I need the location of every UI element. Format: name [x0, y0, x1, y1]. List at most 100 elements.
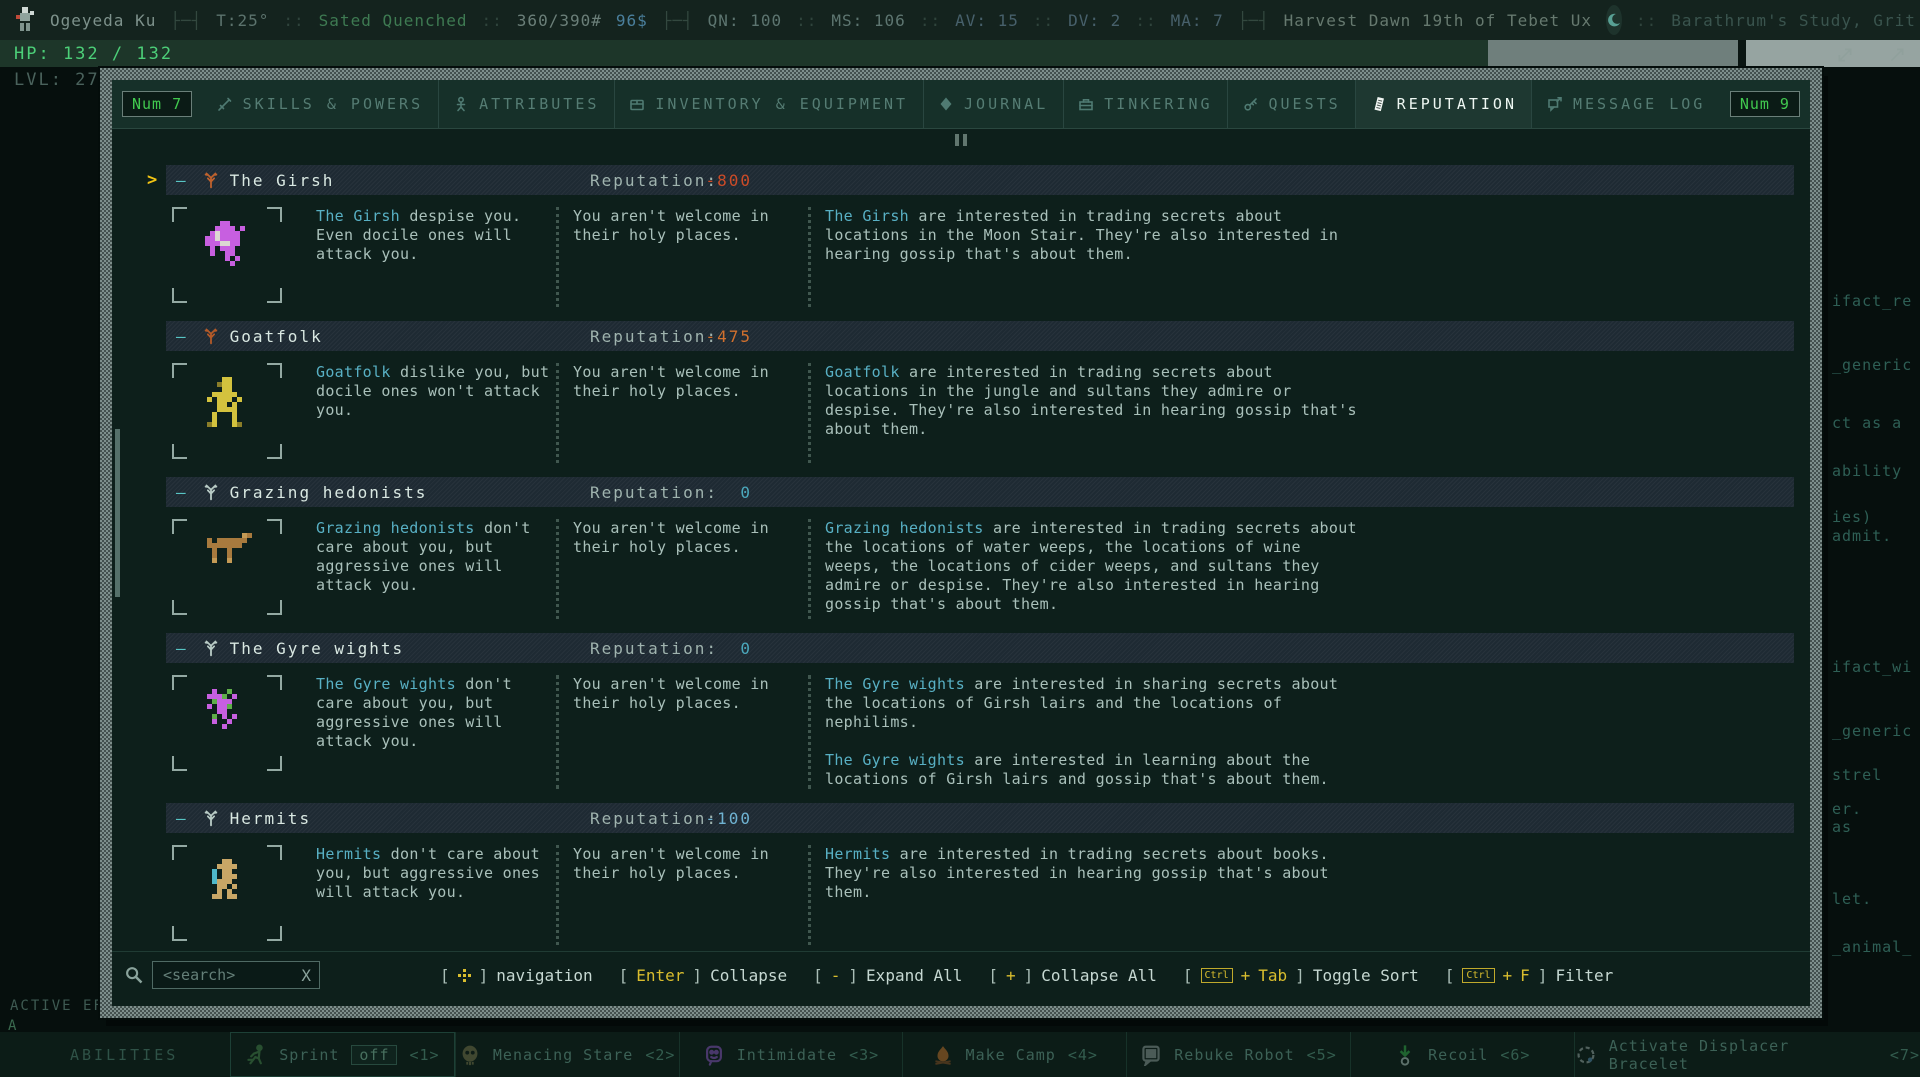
portrait-corner	[172, 845, 187, 860]
faction-header[interactable]: —Grazing hedonistsReputation:0	[166, 477, 1794, 507]
dots-glyph: ::	[1033, 11, 1054, 30]
key-name: +	[1006, 966, 1016, 985]
ability-key: <3>	[849, 1046, 879, 1064]
tab-tinkering[interactable]: TINKERING	[1063, 80, 1227, 128]
dots-glyph: ::	[920, 11, 941, 30]
log-fragment: ifact_re	[1832, 292, 1912, 310]
key-hint: [Ctrl+Tab]Toggle Sort	[1183, 966, 1419, 985]
status-temperature: T:25°	[216, 11, 269, 30]
hint-label: Collapse	[710, 966, 787, 985]
reputation-value: 0	[666, 639, 752, 658]
active-effects-label: ACTIVE EF	[10, 998, 104, 1014]
faction-name-inline: Goatfolk	[825, 363, 900, 381]
faction-header[interactable]: >—The GirshReputation:-800	[166, 165, 1794, 195]
faction-header[interactable]: —The Gyre wightsReputation:0	[166, 633, 1794, 663]
sword-icon	[217, 96, 233, 112]
faction-tree-icon	[202, 639, 220, 657]
ability-make-camp[interactable]: Make Camp<4>	[902, 1032, 1126, 1077]
tab-message-log[interactable]: MESSAGE LOG	[1531, 80, 1719, 128]
portrait-corner	[267, 207, 282, 222]
faction-name: Goatfolk	[230, 327, 323, 346]
ability-name: Make Camp	[966, 1046, 1056, 1064]
faction-list: >—The GirshReputation:-800The Girsh desp…	[112, 129, 1810, 951]
ability-menacing-stare[interactable]: Menacing Stare<2>	[455, 1032, 679, 1077]
faction-name-inline: The Gyre wights	[825, 751, 965, 769]
key-hint: [+]Collapse All	[988, 966, 1157, 985]
bracket: [	[1183, 966, 1193, 985]
reputation-window: Num 7 SKILLS & POWERSATTRIBUTESINVENTORY …	[100, 68, 1822, 1018]
separator-glyph: ├─┤	[170, 11, 202, 30]
faction-name-inline: The Gyre wights	[316, 675, 456, 693]
faction-name: Hermits	[230, 809, 311, 828]
faction-tree-icon	[202, 483, 220, 501]
tab-reputation[interactable]: REPUTATION	[1355, 80, 1531, 128]
ability-sprint[interactable]: Sprintoff<1>	[230, 1032, 455, 1077]
bracelet-icon	[1575, 1044, 1597, 1066]
interest-paragraph: The Gyre wights are interested in sharin…	[825, 675, 1365, 732]
hint-label: Expand All	[866, 966, 962, 985]
faction-name-inline: Hermits	[825, 845, 890, 863]
tab-label: MESSAGE LOG	[1573, 95, 1705, 113]
player-sprite-icon	[14, 7, 36, 33]
hint-label: Collapse All	[1041, 966, 1157, 985]
ability-key: <5>	[1307, 1046, 1337, 1064]
faction-detail: Hermits don't care about you, but aggres…	[166, 833, 1800, 951]
status-stat-blue: DV: 2	[1068, 11, 1121, 30]
campfire-icon	[932, 1044, 954, 1066]
collapse-toggle[interactable]: —	[176, 171, 186, 190]
key-icon	[1243, 96, 1259, 112]
search-input[interactable]	[161, 965, 295, 985]
status-conditions: Sated Quenched	[319, 11, 468, 30]
faction-welcome: You aren't welcome in their holy places.	[556, 207, 808, 307]
ability-recoil[interactable]: Recoil<6>	[1350, 1032, 1574, 1077]
log-fragment: _animal_	[1832, 938, 1912, 956]
tab-label: TINKERING	[1104, 95, 1212, 113]
plus: +	[1241, 966, 1251, 985]
faction-portrait-sprite	[200, 221, 255, 266]
interest-paragraph: The Gyre wights are interested in learni…	[825, 751, 1365, 789]
faction-name: The Gyre wights	[230, 639, 405, 658]
faction-interests: The Girsh are interested in trading secr…	[808, 207, 1800, 307]
log-fragment: as	[1832, 818, 1852, 836]
separator-glyph: ├─┤	[662, 11, 694, 30]
faction-portrait	[172, 675, 282, 771]
chest-icon	[629, 96, 645, 112]
ability-key: <6>	[1500, 1046, 1530, 1064]
collapse-toggle[interactable]: —	[176, 327, 186, 346]
ability-activate-displacer-bracelet[interactable]: Activate Displacer Bracelet<7>	[1574, 1032, 1920, 1077]
search-clear-button[interactable]: X	[301, 966, 311, 985]
tab-key-hint-left: Num 7	[122, 91, 192, 117]
portrait-corner	[172, 363, 187, 378]
portrait-corner	[267, 926, 282, 941]
collapse-toggle[interactable]: —	[176, 809, 186, 828]
numpad-icon	[458, 969, 471, 982]
faction-header[interactable]: —HermitsReputation:-100	[166, 803, 1794, 833]
faction-row: —The Gyre wightsReputation:0The Gyre wig…	[138, 633, 1800, 801]
hint-label: Filter	[1555, 966, 1613, 985]
tab-journal[interactable]: JOURNAL	[923, 80, 1063, 128]
faction-portrait-sprite	[202, 377, 252, 427]
ability-rebuke-robot[interactable]: Rebuke Robot <5>	[1126, 1032, 1350, 1077]
log-fragment: ies)	[1832, 508, 1872, 526]
tab-inventory-equipment[interactable]: INVENTORY & EQUIPMENT	[614, 80, 923, 128]
ability-name: Rebuke Robot	[1174, 1046, 1294, 1064]
collapse-toggle[interactable]: —	[176, 483, 186, 502]
collapse-toggle[interactable]: —	[176, 639, 186, 658]
tab-attributes[interactable]: ATTRIBUTES	[438, 80, 614, 128]
search-box: X	[152, 961, 320, 989]
key-name: -	[831, 966, 841, 985]
search-icon	[124, 965, 144, 985]
faction-name-inline: The Girsh	[316, 207, 400, 225]
tab-quests[interactable]: QUESTS	[1227, 80, 1355, 128]
toolbox-icon	[1078, 96, 1094, 112]
faction-row: —GoatfolkReputation:-475Goatfolk dislike…	[138, 321, 1800, 475]
faction-header[interactable]: —GoatfolkReputation:-475	[166, 321, 1794, 351]
key-name: F	[1520, 966, 1530, 985]
bracket: [	[619, 966, 629, 985]
scrollbar-thumb[interactable]	[115, 429, 120, 597]
reputation-value: -800	[666, 171, 752, 190]
tab-skills-powers[interactable]: SKILLS & POWERS	[202, 80, 437, 128]
scroll-icon	[1371, 96, 1387, 112]
faction-portrait	[172, 845, 282, 941]
ability-intimidate[interactable]: Intimidate<3>	[679, 1032, 903, 1077]
